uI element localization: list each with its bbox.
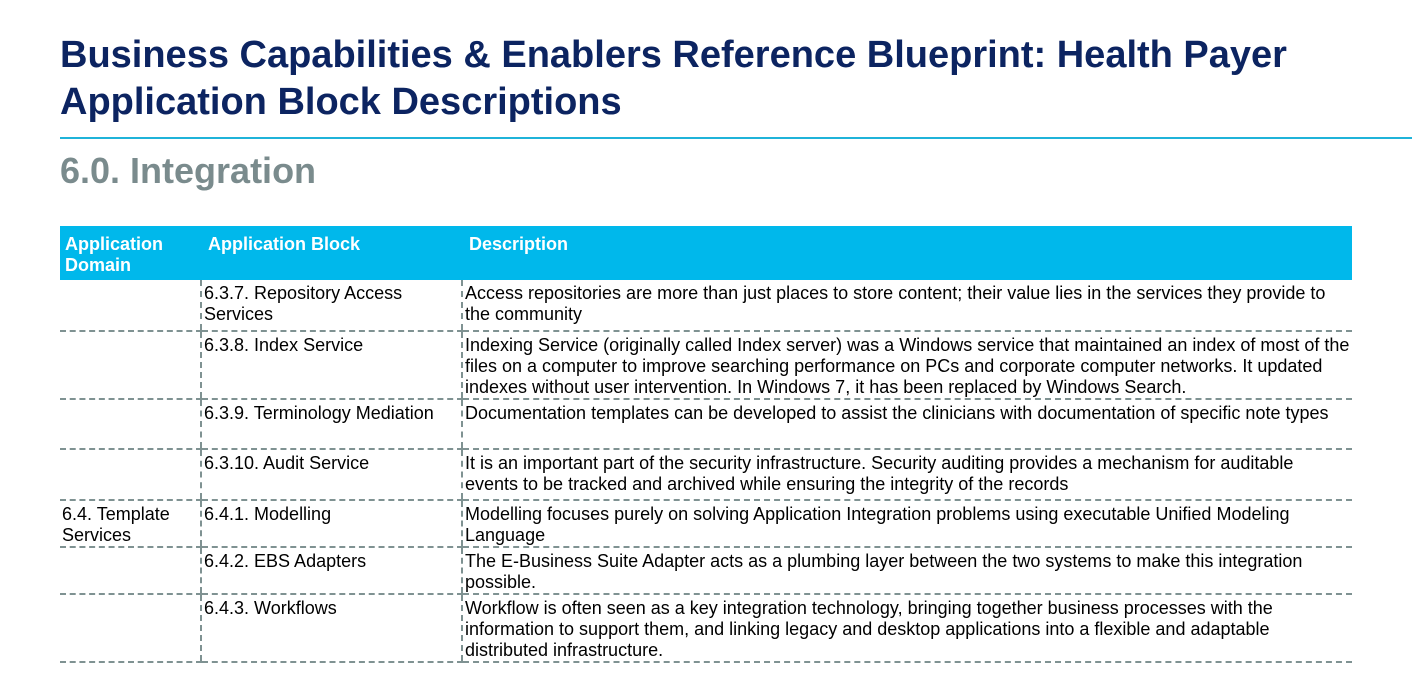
title-divider xyxy=(60,137,1412,139)
application-domain-cell xyxy=(60,280,201,332)
page-title: Business Capabilities & Enablers Referen… xyxy=(60,34,1287,123)
application-block-cell: 6.3.10. Audit Service xyxy=(200,449,462,501)
column-header-application-domain: Application Domain xyxy=(60,226,201,280)
application-block-cell: 6.3.8. Index Service xyxy=(200,331,462,400)
table-row: 6.4.3. Workflows Workflow is often seen … xyxy=(60,594,1352,663)
table-row: 6.4. Template Services 6.4.1. Modelling … xyxy=(60,500,1352,548)
description-cell: Workflow is often seen as a key integrat… xyxy=(461,594,1352,663)
description-cell: Modelling focuses purely on solving Appl… xyxy=(461,500,1352,548)
table-row: 6.4.2. EBS Adapters The E-Business Suite… xyxy=(60,547,1352,595)
column-header-application-block: Application Block xyxy=(201,226,462,280)
application-domain-cell xyxy=(60,449,201,501)
table-row: 6.3.9. Terminology Mediation Documentati… xyxy=(60,399,1352,450)
application-block-cell: 6.3.9. Terminology Mediation xyxy=(200,399,462,450)
column-header-description: Description xyxy=(462,226,1352,280)
application-block-cell: 6.4.2. EBS Adapters xyxy=(200,547,462,595)
application-domain-cell xyxy=(60,547,201,595)
table-header-row: Application Domain Application Block Des… xyxy=(60,226,1352,280)
description-cell: Indexing Service (originally called Inde… xyxy=(461,331,1352,400)
description-cell: The E-Business Suite Adapter acts as a p… xyxy=(461,547,1352,595)
section-heading: 6.0. Integration xyxy=(60,150,317,191)
application-domain-cell xyxy=(60,399,201,450)
table-row: 6.3.7. Repository Access Services Access… xyxy=(60,280,1352,332)
application-blocks-table: Application Domain Application Block Des… xyxy=(60,226,1352,663)
table-row: 6.3.10. Audit Service It is an important… xyxy=(60,449,1352,501)
table-row: 6.3.8. Index Service Indexing Service (o… xyxy=(60,331,1352,400)
description-cell: It is an important part of the security … xyxy=(461,449,1352,501)
application-block-cell: 6.4.1. Modelling xyxy=(200,500,462,548)
description-cell: Documentation templates can be developed… xyxy=(461,399,1352,450)
application-domain-cell: 6.4. Template Services xyxy=(60,500,201,548)
description-cell: Access repositories are more than just p… xyxy=(461,280,1352,332)
application-domain-cell xyxy=(60,331,201,400)
application-domain-cell xyxy=(60,594,201,663)
application-block-cell: 6.3.7. Repository Access Services xyxy=(200,280,462,332)
application-block-cell: 6.4.3. Workflows xyxy=(200,594,462,663)
